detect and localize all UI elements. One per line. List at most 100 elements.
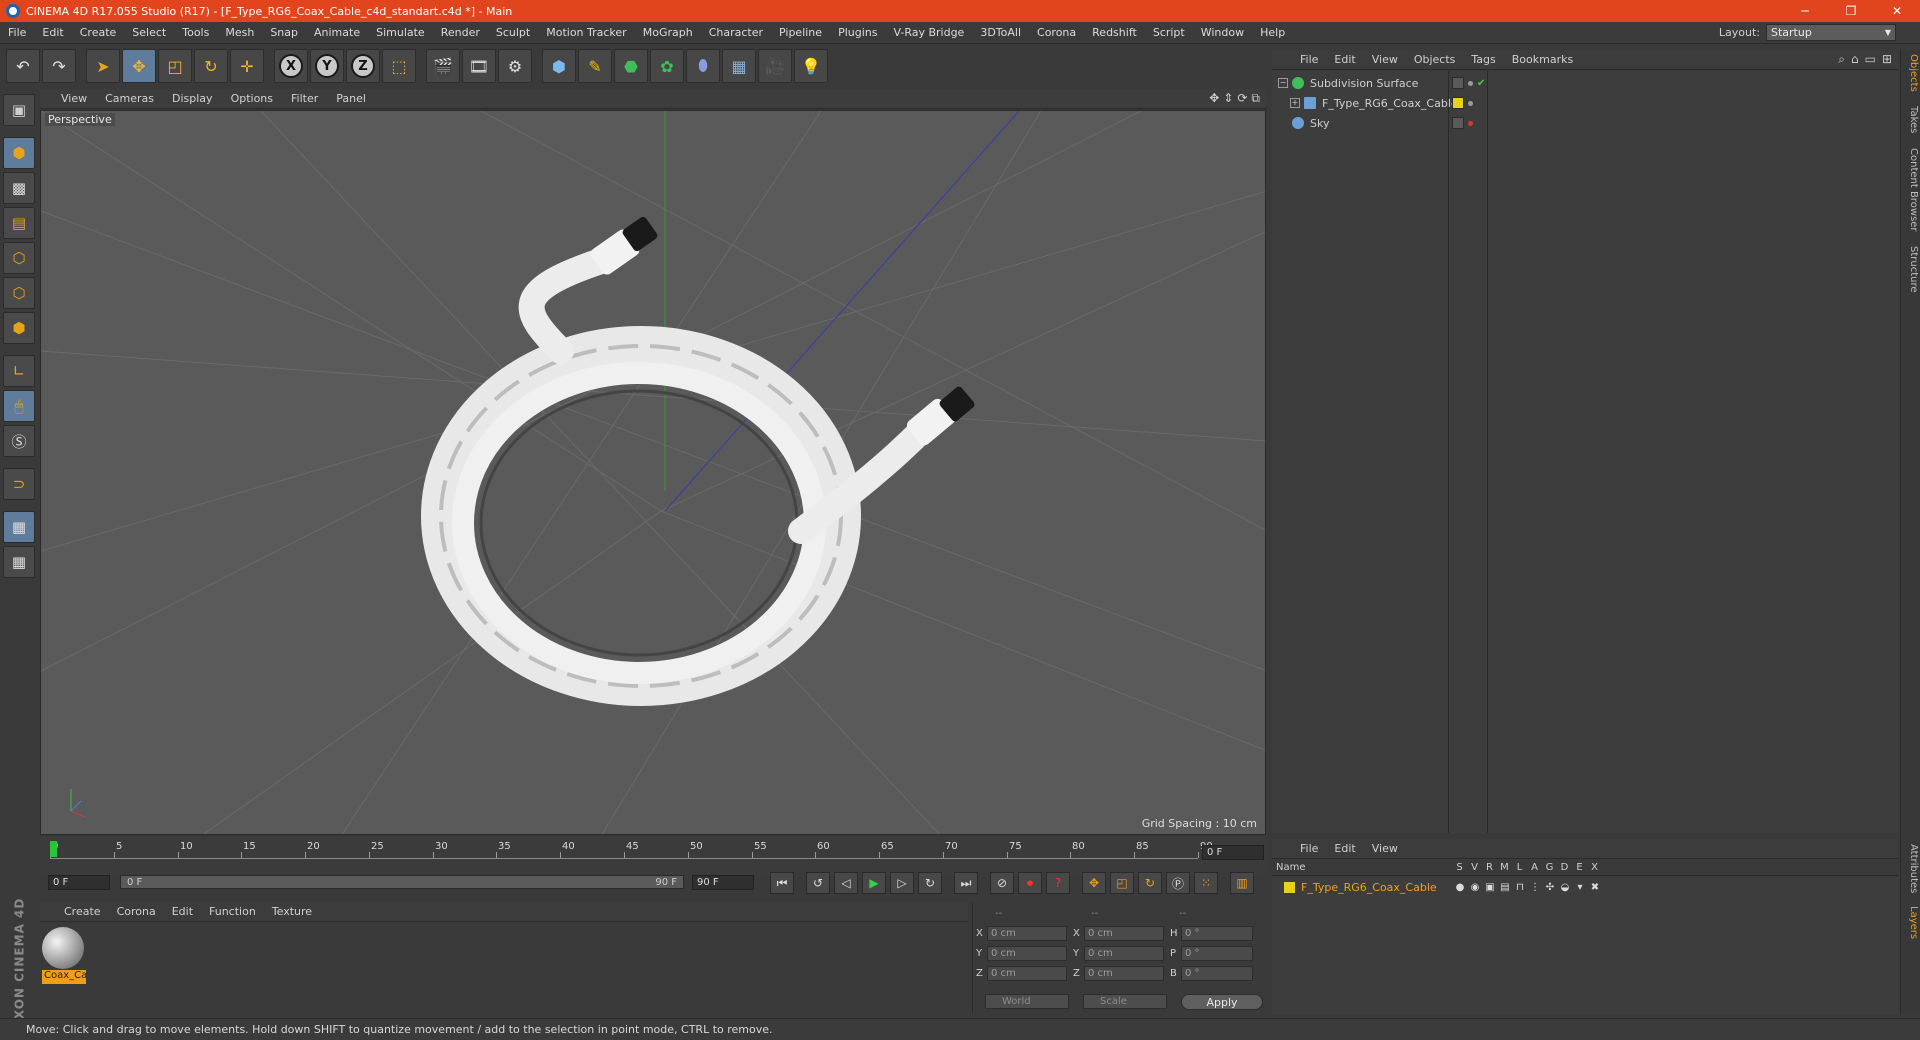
viewport-menu-display[interactable]: Display [163, 92, 222, 105]
object-menu-view[interactable]: View [1364, 53, 1406, 66]
make-editable-button[interactable]: ▣ [3, 94, 35, 126]
menu-simulate[interactable]: Simulate [368, 26, 433, 39]
close-button[interactable]: ✕ [1874, 0, 1920, 22]
lock-icon[interactable]: ⊓ [1514, 882, 1526, 893]
magnet-button[interactable]: ⊃ [3, 468, 35, 500]
layer-flag[interactable] [1452, 117, 1464, 129]
layer-row[interactable]: F_Type_RG6_Coax_Cable ● ◉ ▣ ▤ ⊓ ⋮ ✣ ◒ ▾ … [1272, 879, 1898, 895]
object-menu-edit[interactable]: Edit [1326, 53, 1363, 66]
menu-snap[interactable]: Snap [262, 26, 306, 39]
timeline-playhead[interactable] [50, 841, 57, 857]
material-menu-texture[interactable]: Texture [264, 905, 320, 918]
tab-layers[interactable]: Layers [1903, 906, 1919, 939]
point-level-key-button[interactable]: ⁙ [1194, 872, 1218, 894]
layer-flag[interactable] [1452, 77, 1464, 89]
menu-sculpt[interactable]: Sculpt [488, 26, 538, 39]
menu-help[interactable]: Help [1252, 26, 1293, 39]
scale-key-button[interactable]: ◰ [1110, 872, 1134, 894]
tweak-mode-button[interactable]: 🖱 [3, 390, 35, 422]
viewport-menu-view[interactable]: View [52, 92, 96, 105]
object-name[interactable]: F_Type_RG6_Coax_Cable [1322, 97, 1458, 110]
object-menu-bookmarks[interactable]: Bookmarks [1504, 53, 1581, 66]
camera-button[interactable]: 🎥 [758, 49, 792, 83]
tab-structure[interactable]: Structure [1903, 246, 1919, 293]
layer-menu-edit[interactable]: Edit [1326, 842, 1363, 855]
autokeying-button[interactable]: ⏺ [1018, 872, 1042, 894]
tab-content-browser[interactable]: Content Browser [1903, 148, 1919, 231]
deformer-button[interactable]: ⬮ [686, 49, 720, 83]
collapse-toggle[interactable]: − [1278, 78, 1288, 88]
tab-objects[interactable]: Objects [1903, 54, 1919, 92]
menu-tools[interactable]: Tools [174, 26, 217, 39]
menu-window[interactable]: Window [1193, 26, 1252, 39]
size-x-field[interactable]: 0 cm [1084, 926, 1164, 941]
material-name-label[interactable]: Coax_Ca [42, 970, 86, 984]
planar-workplane-button[interactable]: ▦ [3, 546, 35, 578]
menu-plugins[interactable]: Plugins [830, 26, 885, 39]
generator-icon[interactable]: ✣ [1544, 882, 1556, 893]
cloner-button[interactable]: ✿ [650, 49, 684, 83]
minimize-button[interactable]: ─ [1782, 0, 1828, 22]
home-icon[interactable]: ⌂ [1851, 52, 1859, 67]
object-menu-tags[interactable]: Tags [1463, 53, 1503, 66]
scale-tool-button[interactable]: ◰ [158, 49, 192, 83]
menu-mograph[interactable]: MoGraph [635, 26, 701, 39]
object-menu-objects[interactable]: Objects [1406, 53, 1464, 66]
x-axis-lock-button[interactable]: X [274, 49, 308, 83]
transform-tool-button[interactable]: ✛ [230, 49, 264, 83]
floor-button[interactable]: ▦ [722, 49, 756, 83]
workplane-mode-button[interactable]: ▤ [3, 207, 35, 239]
texture-mode-button[interactable]: ▩ [3, 172, 35, 204]
layout-dropdown[interactable]: Startup ▼ [1766, 24, 1896, 41]
expand-icon[interactable]: ⊞ [1882, 52, 1892, 67]
move-tool-button[interactable]: ✥ [122, 49, 156, 83]
rotation-b-field[interactable]: 0 ° [1181, 966, 1253, 981]
layer-color-swatch[interactable] [1284, 881, 1295, 893]
coordinate-system-button[interactable]: ⬚ [382, 49, 416, 83]
layer-menu-file[interactable]: File [1292, 842, 1326, 855]
polygons-mode-button[interactable]: ⬢ [3, 312, 35, 344]
menu-create[interactable]: Create [72, 26, 125, 39]
position-key-button[interactable]: ✥ [1082, 872, 1106, 894]
points-mode-button[interactable]: ⬡ [3, 242, 35, 274]
rotation-p-field[interactable]: 0 ° [1181, 946, 1253, 961]
preview-range-slider[interactable]: 0 F 90 F [120, 875, 684, 889]
menu-mesh[interactable]: Mesh [217, 26, 262, 39]
maximize-view-icon[interactable]: ⧉ [1251, 91, 1260, 106]
menu-redshift[interactable]: Redshift [1084, 26, 1145, 39]
axis-mode-button[interactable]: ∟ [3, 355, 35, 387]
manager-icon[interactable]: ▤ [1499, 882, 1511, 893]
material-menu-corona[interactable]: Corona [109, 905, 164, 918]
render-picture-viewer-button[interactable]: 🎞 [462, 49, 496, 83]
viewport-menu-filter[interactable]: Filter [282, 92, 327, 105]
solo-icon[interactable]: ● [1454, 882, 1466, 893]
timeline-window-button[interactable]: ▥ [1230, 872, 1254, 894]
menu-character[interactable]: Character [701, 26, 771, 39]
end-frame-field[interactable]: 90 F [692, 875, 754, 890]
menu-corona[interactable]: Corona [1029, 26, 1084, 39]
object-name[interactable]: Subdivision Surface [1310, 77, 1418, 90]
menu-animate[interactable]: Animate [306, 26, 368, 39]
position-y-field[interactable]: 0 cm [987, 946, 1067, 961]
next-frame-button[interactable]: ▷ [890, 872, 914, 894]
go-to-start-button[interactable]: ⏮ [770, 872, 794, 894]
editor-visibility-dot[interactable] [1468, 100, 1473, 106]
object-row-coax-cable[interactable]: + F_Type_RG6_Coax_Cable [1272, 93, 1898, 113]
enabled-check-icon[interactable]: ✔ [1477, 78, 1485, 89]
light-button[interactable]: 💡 [794, 49, 828, 83]
menu-render[interactable]: Render [433, 26, 488, 39]
record-keys-button[interactable]: ⊘ [990, 872, 1014, 894]
next-key-button[interactable]: ↻ [918, 872, 942, 894]
material-preview-ball[interactable] [42, 927, 84, 969]
rotate-tool-button[interactable]: ↻ [194, 49, 228, 83]
animation-icon[interactable]: ⋮ [1529, 882, 1541, 893]
search-icon[interactable]: ⌕ [1838, 52, 1845, 67]
y-axis-lock-button[interactable]: Y [310, 49, 344, 83]
apply-button[interactable]: Apply [1181, 994, 1263, 1010]
go-to-end-button[interactable]: ⏭ [954, 872, 978, 894]
menu-script[interactable]: Script [1145, 26, 1193, 39]
subdivision-generator-button[interactable]: ⬣ [614, 49, 648, 83]
cube-primitive-button[interactable]: ⬢ [542, 49, 576, 83]
editor-visibility-dot[interactable] [1468, 120, 1473, 126]
parameter-key-button[interactable]: Ⓟ [1166, 872, 1190, 894]
